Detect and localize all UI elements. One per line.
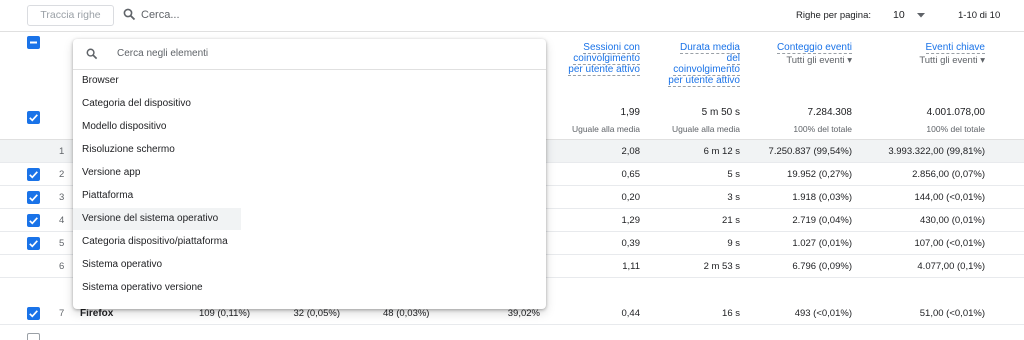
total-engaged-sessions-sub: Uguale alla media: [571, 124, 640, 134]
cell-event-count: 2.719 (0,04%): [792, 215, 852, 226]
row-checkbox[interactable]: [27, 333, 40, 340]
cell-key-events: 144,00 (<0,01%): [914, 192, 985, 203]
cell-engaged-sessions: 0,39: [621, 238, 641, 249]
cell-metric-3: 48 (0,03%): [383, 308, 430, 319]
cell-avg-engagement-time: 5 s: [727, 169, 740, 180]
key-event-filter-select[interactable]: Tutti gli eventi ▾: [852, 55, 985, 66]
total-avg-engagement-time-sub: Uguale alla media: [671, 124, 740, 134]
cell-avg-engagement-time: 2 m 53 s: [703, 261, 740, 272]
total-event-count: 7.284.308: [807, 107, 853, 118]
cell-avg-engagement-time: 16 s: [722, 308, 740, 319]
row-checkbox[interactable]: [27, 191, 40, 204]
cell-metric-2: 32 (0,05%): [293, 308, 340, 319]
event-filter-select[interactable]: Tutti gli eventi ▾: [740, 55, 852, 66]
row-checkbox[interactable]: [27, 214, 40, 227]
total-event-count-sub: 100% del totale: [793, 124, 852, 134]
track-rows-button[interactable]: Traccia righe: [27, 5, 114, 26]
cell-event-count: 6.796 (0,09%): [792, 261, 852, 272]
total-avg-engagement-time: 5 m 50 s: [701, 107, 740, 118]
key-event-filter-label: Tutti gli eventi: [919, 55, 978, 66]
row-number: 2: [59, 169, 65, 180]
totals-row-checkbox[interactable]: [27, 111, 40, 124]
dropdown-search-input[interactable]: Cerca negli elementi: [117, 48, 208, 59]
rows-per-page-select[interactable]: 10: [893, 9, 905, 21]
event-filter-label: Tutti gli eventi: [786, 55, 845, 66]
cell-key-events: 430,00 (0,01%): [920, 215, 985, 226]
col-header-event-count[interactable]: Conteggio eventi Tutti gli eventi ▾: [740, 42, 852, 66]
report-table-page: Traccia righe Cerca... Righe per pagina:…: [0, 0, 1024, 340]
select-all-checkbox[interactable]: [27, 36, 40, 49]
cell-event-count: 1.027 (0,01%): [792, 238, 852, 249]
col-header-line: Conteggio eventi: [776, 42, 852, 54]
table-search-input[interactable]: Cerca...: [141, 9, 180, 21]
dropdown-item-device-platform-category[interactable]: Categoria dispositivo/piattaforma: [73, 231, 241, 253]
row-number: 4: [59, 215, 65, 226]
table-row-partial: [0, 325, 1024, 340]
cell-metric-4: 39,02%: [507, 308, 540, 319]
cell-avg-engagement-time: 3 s: [727, 192, 740, 203]
cell-key-events: 2.856,00 (0,07%): [912, 169, 985, 180]
cell-engaged-sessions: 0,20: [621, 192, 641, 203]
dropdown-item-platform[interactable]: Piattaforma: [73, 185, 241, 207]
cell-avg-engagement-time: 9 s: [727, 238, 740, 249]
dropdown-item-operating-system[interactable]: Sistema operativo: [73, 254, 241, 276]
total-engaged-sessions: 1,99: [620, 107, 640, 118]
table-toolbar: Traccia righe Cerca... Righe per pagina:…: [0, 0, 1024, 32]
dropdown-arrow-icon[interactable]: [917, 13, 925, 18]
cell-engaged-sessions: 2,08: [621, 146, 641, 157]
cell-engaged-sessions: 0,44: [621, 308, 641, 319]
col-header-line: per utente attivo: [568, 64, 640, 76]
col-header-avg-engagement-time[interactable]: Durata media del coinvolgimento per uten…: [640, 42, 740, 87]
cell-metric-1: 109 (0,11%): [198, 308, 250, 319]
row-checkbox[interactable]: [27, 307, 40, 320]
col-header-key-events[interactable]: Eventi chiave Tutti gli eventi ▾: [852, 42, 985, 66]
dropdown-item-os-with-version[interactable]: Sistema operativo versione: [73, 277, 241, 299]
row-number: 7: [59, 308, 65, 319]
cell-avg-engagement-time: 21 s: [722, 215, 740, 226]
cell-key-events: 51,00 (<0,01%): [919, 308, 985, 319]
dropdown-item-browser[interactable]: Browser: [73, 70, 241, 92]
cell-engaged-sessions: 1,11: [622, 261, 640, 272]
cell-key-events: 4.077,00 (0,1%): [917, 261, 985, 272]
row-checkbox[interactable]: [27, 237, 40, 250]
cell-key-events: 3.993.322,00 (99,81%): [888, 146, 985, 157]
cell-avg-engagement-time: 6 m 12 s: [703, 146, 740, 157]
row-number: 3: [59, 192, 65, 203]
dropdown-item-device-category[interactable]: Categoria del dispositivo: [73, 93, 241, 115]
search-icon: [86, 48, 98, 60]
pagination-range: 1-10 di 10: [958, 10, 1001, 21]
total-key-events: 4.001.078,00: [926, 107, 985, 118]
total-key-events-sub: 100% del totale: [926, 124, 985, 134]
cell-event-count: 19.952 (0,27%): [787, 169, 852, 180]
dimension-dropdown: Cerca negli elementi Browser Categoria d…: [73, 39, 546, 309]
col-header-line: per utente attivo: [668, 75, 740, 87]
cell-engaged-sessions: 1,29: [621, 215, 641, 226]
col-header-engaged-sessions[interactable]: Sessioni con coinvolgimento per utente a…: [540, 42, 640, 76]
row-number: 5: [59, 238, 65, 249]
cell-engaged-sessions: 0,65: [621, 169, 641, 180]
row-number: 6: [59, 261, 65, 272]
rows-per-page-label: Righe per pagina:: [796, 10, 871, 21]
dropdown-item-screen-resolution[interactable]: Risoluzione schermo: [73, 139, 241, 161]
cell-event-count: 1.918 (0,03%): [792, 192, 852, 203]
dropdown-item-device-model[interactable]: Modello dispositivo: [73, 116, 241, 138]
col-header-line: Eventi chiave: [925, 42, 985, 54]
dropdown-item-app-version[interactable]: Versione app: [73, 162, 241, 184]
cell-event-count: 493 (<0,01%): [794, 308, 852, 319]
row-checkbox[interactable]: [27, 168, 40, 181]
cell-event-count: 7.250.837 (99,54%): [768, 146, 852, 157]
dropdown-search[interactable]: Cerca negli elementi: [73, 39, 546, 70]
search-icon[interactable]: [123, 8, 136, 21]
row-dimension-value: Firefox: [80, 308, 114, 319]
dropdown-item-os-version[interactable]: Versione del sistema operativo: [73, 208, 241, 230]
row-number: 1: [59, 146, 65, 157]
cell-key-events: 107,00 (<0,01%): [914, 238, 985, 249]
